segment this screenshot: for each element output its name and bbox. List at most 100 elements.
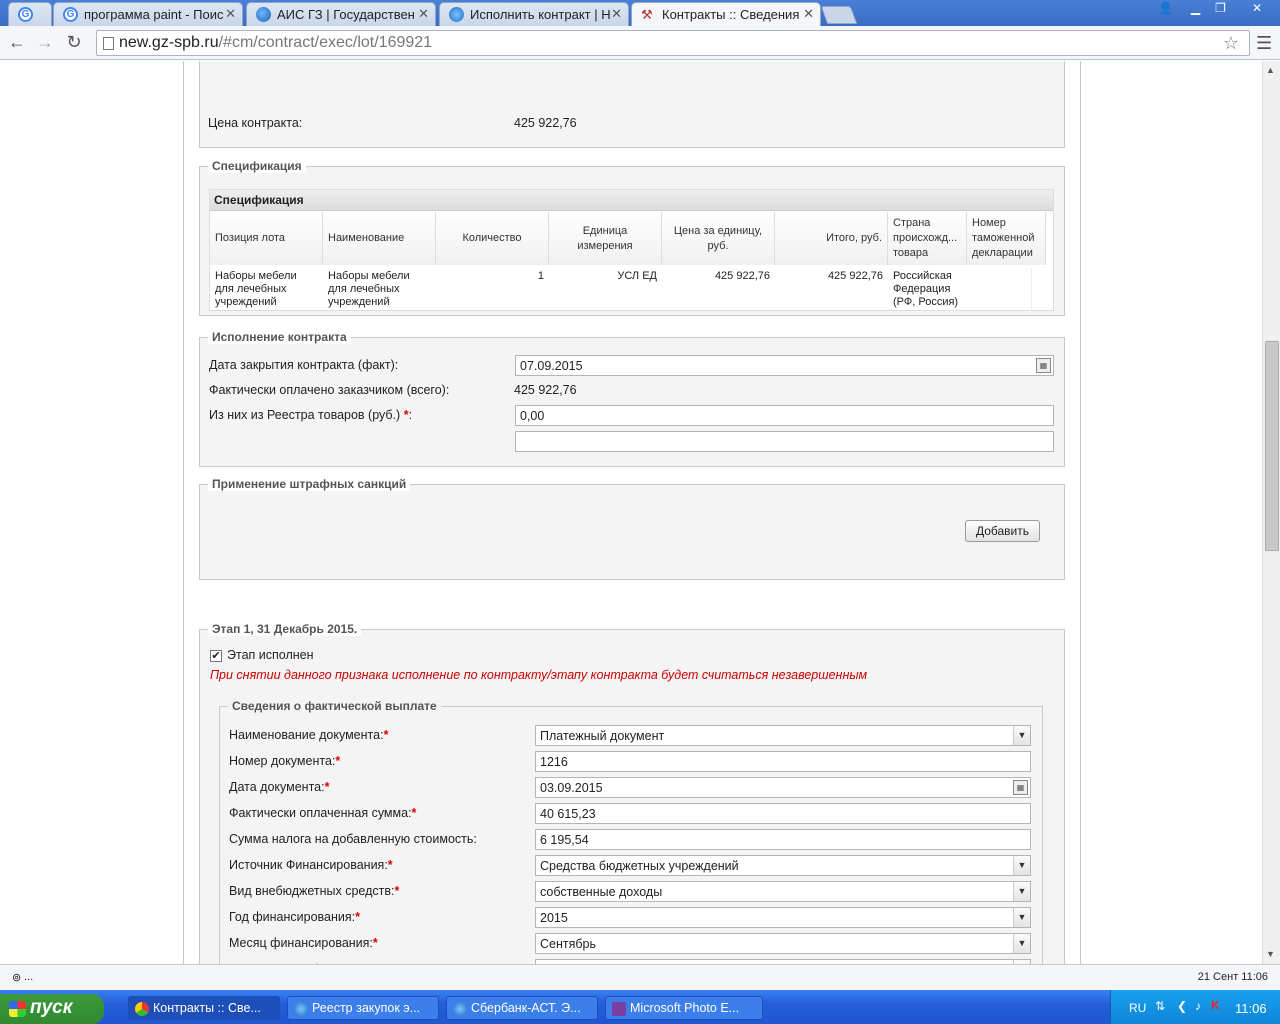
required-mark: * xyxy=(411,806,417,820)
payment-field-text[interactable]: 6 195,54 xyxy=(535,829,1031,850)
browser-toolbar: ← → ↻ new.gz-spb.ru/#cm/contract/exec/lo… xyxy=(0,26,1280,60)
calendar-icon[interactable]: ▦ xyxy=(1013,780,1028,795)
new-tab-button[interactable] xyxy=(820,6,858,24)
taskbar-item-ie-sberbank[interactable]: Сбербанк-АСТ. Э... xyxy=(446,996,598,1020)
vertical-scrollbar[interactable]: ▲ ▼ xyxy=(1262,61,1280,964)
chevron-down-icon[interactable]: ▼ xyxy=(1013,908,1030,927)
ie-icon xyxy=(449,7,464,22)
close-icon[interactable]: ✕ xyxy=(418,6,429,22)
calendar-icon[interactable]: ▦ xyxy=(1036,358,1051,373)
close-icon[interactable]: ✕ xyxy=(803,6,814,22)
reload-icon[interactable]: ↻ xyxy=(63,32,85,54)
col-header[interactable]: Единица измерения xyxy=(549,212,662,265)
scroll-up-icon[interactable]: ▲ xyxy=(1266,65,1275,75)
task-label: Сбербанк-АСТ. Э... xyxy=(471,1001,581,1015)
payment-field-text[interactable]: 1216 xyxy=(535,751,1031,772)
chevron-down-icon[interactable]: ▼ xyxy=(1013,882,1030,901)
volume-icon[interactable]: ♪ xyxy=(1195,999,1201,1013)
col-header[interactable]: Позиция лота xyxy=(210,212,323,265)
kaspersky-icon[interactable]: K xyxy=(1211,998,1220,1012)
payment-field-value: 6 195,54 xyxy=(540,833,589,847)
col-header[interactable]: Цена за единицу, руб. xyxy=(662,212,775,265)
status-left-text: ... xyxy=(24,971,34,983)
tools-icon: ⚒ xyxy=(641,7,653,22)
col-header[interactable]: Наименование xyxy=(323,212,436,265)
stage-section: Этап 1, 31 Декабрь 2015. ✔ Этап исполнен… xyxy=(199,622,1065,964)
windows-taskbar: пуск Контракты :: Све... Реестр закупок … xyxy=(0,990,1280,1024)
language-indicator[interactable]: RU xyxy=(1129,1001,1146,1015)
close-icon[interactable]: ✕ xyxy=(225,6,236,22)
table-cell: УСЛ ЕД xyxy=(617,270,657,282)
tab-google[interactable]: G xyxy=(8,2,52,26)
user-icon[interactable]: 👤 xyxy=(1152,0,1179,18)
taskbar-item-chrome[interactable]: Контракты :: Све... xyxy=(128,996,280,1020)
payment-field-value: Сентябрь xyxy=(540,937,596,951)
page-viewport: Цена контракта: 425 922,76 Спецификация … xyxy=(0,61,1262,964)
close-date-input[interactable]: 07.09.2015 ▦ xyxy=(515,355,1054,376)
payment-section: Сведения о фактической выплате Наименова… xyxy=(219,699,1043,964)
payment-field-label: Источник Финансирования:* xyxy=(229,858,393,872)
col-header[interactable]: Итого, руб. xyxy=(775,212,888,265)
scrollbar-thumb[interactable] xyxy=(1265,341,1279,551)
status-datetime: 21 Сент 11:06 xyxy=(1197,971,1268,983)
network-icon[interactable]: ⇅ xyxy=(1155,999,1165,1013)
payment-field-select[interactable]: собственные доходы ▼ xyxy=(535,881,1031,902)
add-penalty-button[interactable]: Добавить xyxy=(965,520,1040,542)
required-mark: * xyxy=(372,936,378,950)
col-header[interactable]: Количество xyxy=(436,212,549,265)
section-legend: Применение штрафных санкций xyxy=(208,477,411,491)
required-mark: * xyxy=(387,858,393,872)
forward-icon[interactable]: → xyxy=(34,32,56,54)
col-header[interactable]: Страна происхожд... товара xyxy=(888,212,967,265)
payment-field-value: Средства бюджетных учреждений xyxy=(540,859,739,873)
payment-field-text[interactable]: 40 615,23 xyxy=(535,803,1031,824)
minimize-icon[interactable]: ▁ xyxy=(1182,0,1209,18)
payment-field-select[interactable]: 2015 ▼ xyxy=(535,907,1031,928)
menu-icon[interactable]: ☰ xyxy=(1256,33,1272,54)
payment-field-select[interactable]: Платежный документ ▼ xyxy=(535,725,1031,746)
registry-input[interactable]: 0,00 xyxy=(515,405,1054,426)
system-tray: RU ⇅ ❮ ♪ K 11:06 xyxy=(1110,990,1280,1024)
chrome-icon xyxy=(135,1002,149,1016)
status-icon: ⊚ xyxy=(12,972,22,984)
tab-label: АИС ГЗ | Государствен xyxy=(277,7,415,22)
payment-field-label-text: Источник Финансирования: xyxy=(229,858,388,872)
payment-field-date[interactable]: 03.09.2015 ▦ xyxy=(535,777,1031,798)
payment-field-select[interactable]: Сентябрь ▼ xyxy=(535,933,1031,954)
required-mark: * xyxy=(355,910,360,924)
taskbar-item-photo-editor[interactable]: Microsoft Photo E... xyxy=(605,996,763,1020)
chevron-down-icon[interactable]: ▼ xyxy=(1013,856,1030,875)
table-cell: Российская Федерация (РФ, Россия) xyxy=(893,270,959,308)
start-button[interactable]: пуск xyxy=(0,994,104,1024)
window-close-icon[interactable]: ✕ xyxy=(1237,0,1277,18)
stage-done-checkbox[interactable]: ✔ xyxy=(210,650,222,662)
grid-title: Спецификация xyxy=(210,190,1053,211)
chevron-down-icon[interactable]: ▼ xyxy=(1013,934,1030,953)
page-icon xyxy=(103,37,114,50)
arrow-icon[interactable]: ❮ xyxy=(1177,999,1187,1013)
section-legend: Этап 1, 31 Декабрь 2015. xyxy=(208,622,362,636)
close-date-value: 07.09.2015 xyxy=(520,359,583,373)
payment-field-select[interactable]: Средства бюджетных учреждений ▼ xyxy=(535,855,1031,876)
paid-label: Фактически оплачено заказчиком (всего): xyxy=(209,383,450,397)
bookmark-star-icon[interactable]: ☆ xyxy=(1223,31,1239,55)
back-icon[interactable]: ← xyxy=(6,32,28,54)
tab-contracts-info[interactable]: ⚒ Контракты :: Сведения ✕ xyxy=(631,2,821,26)
status-bar: ⊚ ... 21 Сент 11:06 xyxy=(0,964,1280,990)
tab-paint-search[interactable]: G программа paint - Поис ✕ xyxy=(53,2,243,26)
restore-icon[interactable]: ❐ xyxy=(1207,0,1234,18)
section-legend: Спецификация xyxy=(208,159,306,173)
tab-ais-gz[interactable]: АИС ГЗ | Государствен ✕ xyxy=(246,2,436,26)
tab-execute-contract[interactable]: Исполнить контракт | Н ✕ xyxy=(439,2,629,26)
col-header[interactable]: Номер таможенной декларации xyxy=(967,212,1046,265)
payment-field-label: Фактически оплаченная сумма:* xyxy=(229,806,416,820)
close-date-label: Дата закрытия контракта (факт): xyxy=(209,358,399,372)
specification-grid: Спецификация Позиция лота Наименование К… xyxy=(209,189,1054,312)
taskbar-item-ie-registry[interactable]: Реестр закупок э... xyxy=(287,996,439,1020)
chevron-down-icon[interactable]: ▼ xyxy=(1013,726,1030,745)
scroll-down-icon[interactable]: ▼ xyxy=(1266,949,1275,959)
payment-field-label-text: Сумма налога на добавленную стоимость: xyxy=(229,832,477,846)
close-icon[interactable]: ✕ xyxy=(611,6,622,22)
address-bar[interactable]: new.gz-spb.ru/#cm/contract/exec/lot/1699… xyxy=(96,30,1250,56)
extra-input[interactable] xyxy=(515,431,1054,452)
